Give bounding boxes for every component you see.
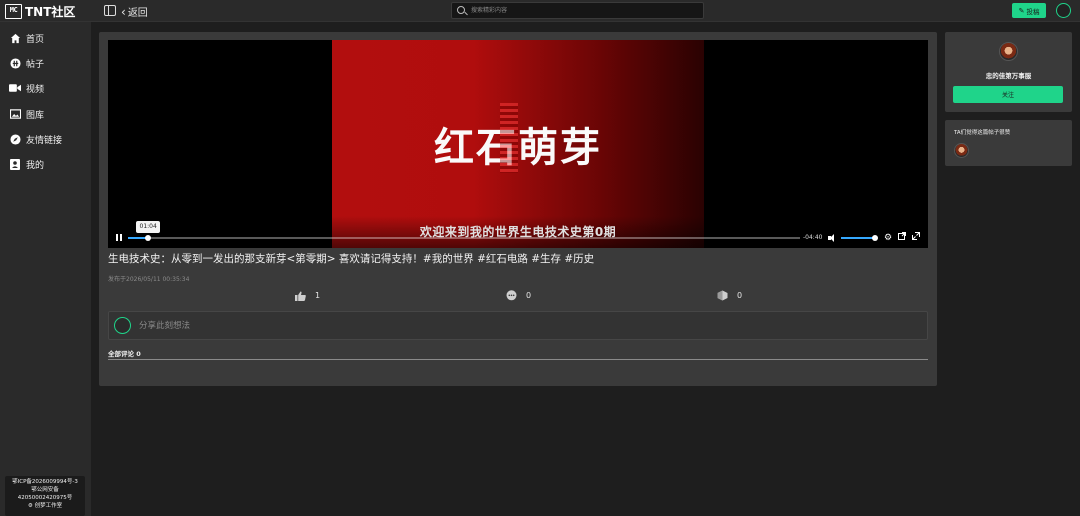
sidebar-item-links[interactable]: 友情链接 [9,132,62,146]
police-label: 鄂公网安备 [31,487,59,493]
volume-handle[interactable] [872,235,879,241]
like-button[interactable]: 1 [295,290,320,301]
pen-icon: ✎ [1018,6,1025,15]
volume-icon[interactable] [828,234,837,242]
comment-input[interactable] [139,319,899,333]
studio-link[interactable]: ⚙ 创梦工作室 [5,502,85,510]
post-button-label: 投稿 [1026,7,1040,16]
comment-composer[interactable] [108,311,928,340]
progress-bar[interactable]: 01:04 [128,221,800,241]
video-controls: 01:04 -04:40 ⚙ [108,221,928,248]
site-logo[interactable]: MC TNT社区 [5,3,75,19]
sidebar-item-label: 帖子 [26,59,45,70]
search-box[interactable] [451,2,704,19]
pause-icon[interactable] [116,234,123,241]
author-avatar[interactable] [999,42,1018,61]
hover-time-tooltip: 01:04 [136,221,161,233]
gallery-icon [9,108,21,120]
composer-avatar [114,317,131,334]
video-player[interactable]: 红石萌芽 欢迎来到我的世界生电技术史第0期 01:04 -04:40 ⚙ [108,40,928,248]
video-icon [9,82,21,94]
volume-fill [841,237,876,239]
logo-text: TNT社区 [25,4,76,19]
sidebar-item-label: 友情链接 [26,135,63,146]
logo-mark: MC [5,3,22,19]
compass-icon [9,133,21,145]
video-frame-title-text: 红石萌芽 [434,125,602,171]
police-number[interactable]: 42050002420975号 [5,494,85,502]
share-count: 0 [737,291,743,300]
back-button[interactable]: ‹ 返回 [121,4,148,20]
video-frame-title: 红石萌芽 [332,103,704,173]
sidebar-item-home[interactable]: 首页 [9,31,44,45]
remaining-time: -04:40 [803,234,823,241]
sidebar-item-video[interactable]: 视频 [9,81,44,95]
liker-avatar[interactable] [954,143,969,158]
fullscreen-icon[interactable] [912,232,920,244]
comments-divider [108,359,928,360]
sidebar-item-label: 图库 [26,110,45,121]
post-button[interactable]: ✎ 投稿 [1012,3,1046,18]
sidebar-item-gallery[interactable]: 图库 [9,107,44,121]
all-comments-label: 全部评论 0 [108,350,141,358]
like-count: 1 [315,291,321,300]
likers-title: TA们觉得这篇帖子很赞 [954,130,1011,136]
sidebar: 首页 帖子 视频 图库 友情链接 我的 鄂ICP备2026009994号-3 鄂… [0,22,91,516]
share-icon [717,290,728,301]
sidebar-item-posts[interactable]: 帖子 [9,56,44,70]
progress-handle[interactable] [145,235,152,241]
author-name[interactable]: 忠的佳第万事服 [945,70,1072,80]
likers-card: TA们觉得这篇帖子很赞 [945,120,1072,166]
profile-icon [9,158,21,170]
search-input[interactable] [471,4,696,17]
sidebar-item-mine[interactable]: 我的 [9,157,44,171]
search-icon [457,6,465,14]
share-button[interactable]: 0 [717,290,742,301]
site-footer: 鄂ICP备2026009994号-3 鄂公网安备 42050002420975号… [5,476,85,516]
sidebar-toggle-icon[interactable] [104,5,116,16]
comment-icon [506,290,517,301]
sidebar-item-label: 首页 [26,34,45,45]
chevron-left-icon: ‹ [121,4,126,19]
icp-link[interactable]: 鄂ICP备2026009994号-3 [5,478,85,486]
follow-button[interactable]: 关注 [953,86,1063,103]
sidebar-item-label: 视频 [26,84,45,95]
settings-icon[interactable]: ⚙ [884,232,892,244]
sidebar-item-label: 我的 [26,160,45,171]
post-card: 红石萌芽 欢迎来到我的世界生电技术史第0期 01:04 -04:40 ⚙ 生电技… [99,32,937,386]
post-title: 生电技术史：从零到一发出的那支新芽<第零期> 喜欢请记得支持！#我的世界 #红石… [108,253,595,265]
home-icon [9,32,21,44]
posts-icon [9,57,21,69]
glitch-decoration [500,103,518,173]
pip-icon[interactable] [898,232,906,244]
video-frame: 红石萌芽 欢迎来到我的世界生电技术史第0期 [332,40,704,248]
comment-button[interactable]: 0 [506,290,531,301]
post-timestamp: 发布于2026/05/11 00:35:34 [108,276,190,283]
top-bar: MC TNT社区 ‹ 返回 ✎ 投稿 [0,0,1080,22]
thumbs-up-icon [295,290,306,301]
user-avatar[interactable] [1056,3,1071,18]
author-card: 忠的佳第万事服 关注 [945,32,1072,112]
comment-count: 0 [526,291,532,300]
volume-slider[interactable] [841,235,879,241]
back-label: 返回 [127,8,148,19]
